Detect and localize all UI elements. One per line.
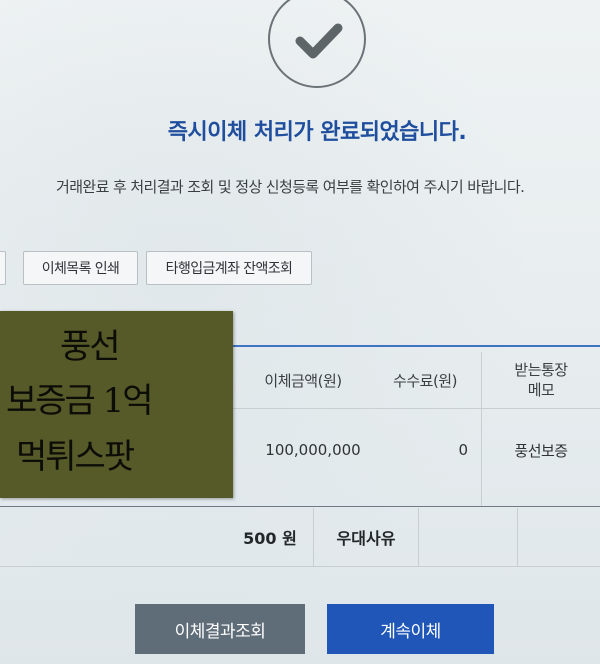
header-amount: 이체금액(원) [264,371,342,390]
sticky-note-line: 풍선 [60,327,121,367]
sticky-note-line: 먹튀스팟 [16,437,135,477]
print-transfer-list-button[interactable]: 이체목록 인쇄 [23,251,138,285]
header-memo-line2: 메모 [527,381,555,399]
header-divider [232,408,600,409]
summary-reason-label: 우대사유 [336,529,396,548]
balance-inquiry-button[interactable]: 타행입금계좌 잔액조회 [146,251,312,285]
sticky-note-line: 보증금 1억 [6,381,154,421]
transfer-complete-screen: 즉시이체 처리가 완료되었습니다. 거래완료 후 처리결과 조회 및 정상 신청… [0,0,600,664]
cell-amount: 100,000,000 [265,441,361,459]
summary-fee: 500 원 [243,529,297,548]
check-icon [295,23,343,59]
transfer-result-inquiry-button[interactable]: 이체결과조회 [135,604,305,654]
header-memo: 받는통장 메모 [482,352,600,408]
continue-transfer-button[interactable]: 계속이체 [327,604,494,654]
header-fee: 수수료(원) [393,371,457,390]
cell-memo: 풍선보증 [514,441,568,460]
column-divider [517,508,518,566]
page-title: 즉시이체 처리가 완료되었습니다. [167,120,467,145]
header-memo-line1: 받는통장 [514,361,568,379]
table-divider [0,506,600,507]
table-bottom-border [0,566,600,567]
partial-button[interactable] [0,251,6,285]
instruction-text: 거래완료 후 처리결과 조회 및 정상 신청등록 여부를 확인하여 주시기 바랍… [56,178,525,196]
cell-fee: 0 [458,441,468,459]
column-divider [418,508,419,566]
success-check-icon [268,0,366,88]
column-divider [481,352,482,506]
sticky-note: 풍선 보증금 1억 먹튀스팟 [0,311,233,498]
